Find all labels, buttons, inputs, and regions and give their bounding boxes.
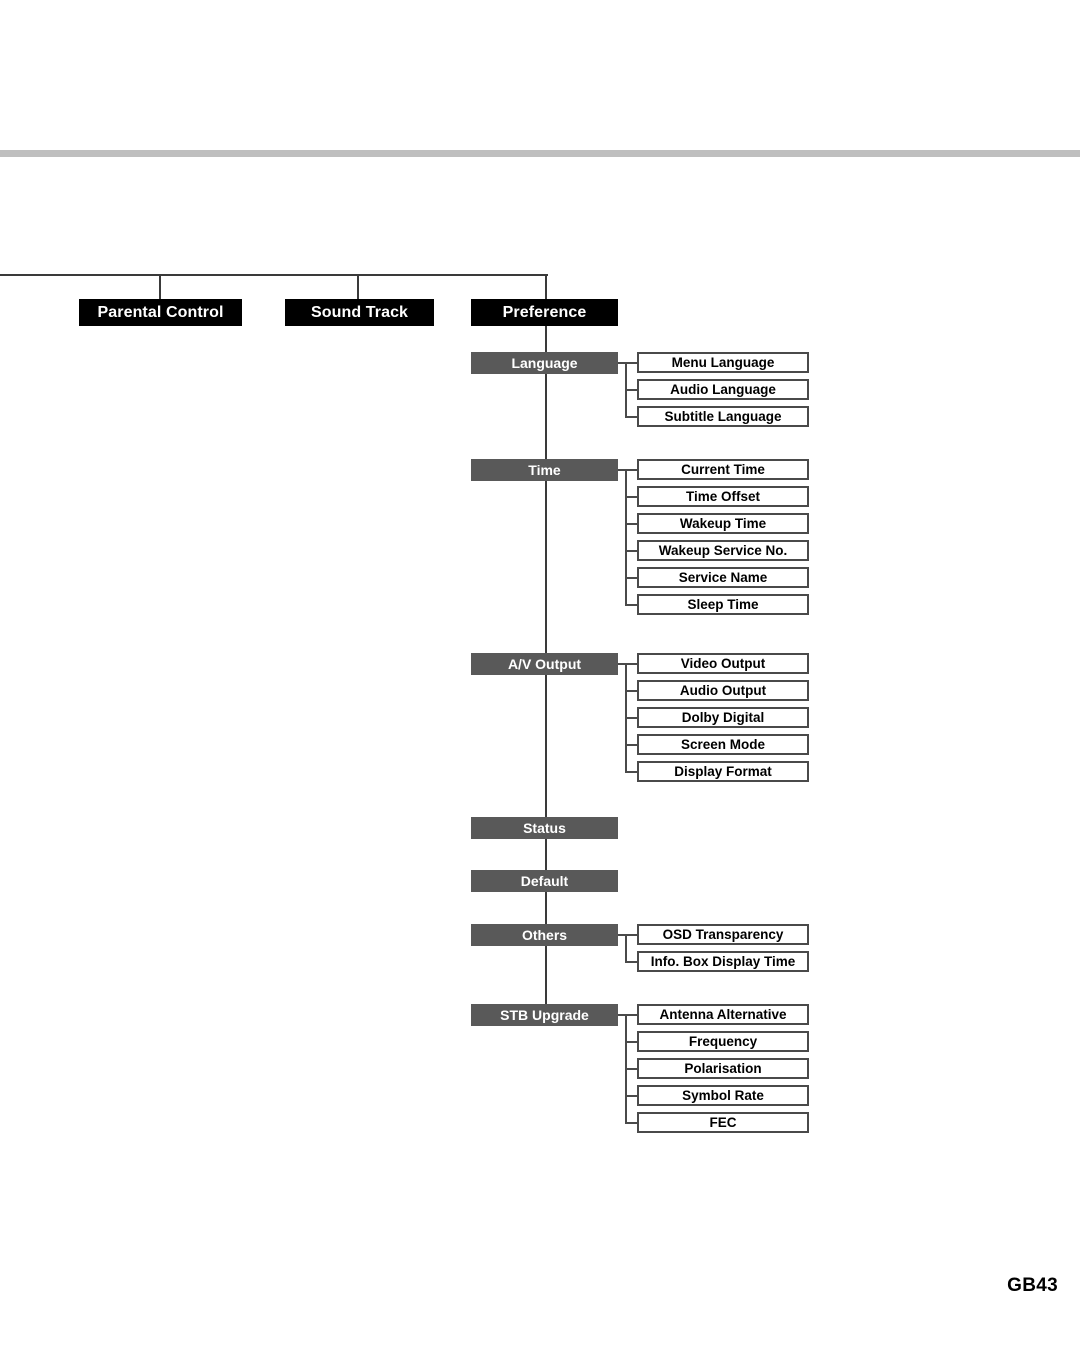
node-leaf-current-time[interactable]: Current Time [637,459,809,480]
node-leaf-dolby-digital[interactable]: Dolby Digital [637,707,809,728]
footer-page-number: GB43 [1007,1275,1058,1296]
node-leaf-frequency[interactable]: Frequency [637,1031,809,1052]
node-leaf-audio-output[interactable]: Audio Output [637,680,809,701]
top-bus-line [0,274,548,276]
node-leaf-audio-language[interactable]: Audio Language [637,379,809,400]
node-leaf-polarisation[interactable]: Polarisation [637,1058,809,1079]
drop-line-preference [545,274,547,300]
node-leaf-menu-language[interactable]: Menu Language [637,352,809,373]
node-leaf-display-format[interactable]: Display Format [637,761,809,782]
node-leaf-video-output[interactable]: Video Output [637,653,809,674]
node-group-status[interactable]: Status [471,817,618,839]
node-leaf-symbol-rate[interactable]: Symbol Rate [637,1085,809,1106]
node-group-default[interactable]: Default [471,870,618,892]
node-sound-track[interactable]: Sound Track [285,299,434,326]
node-group-language[interactable]: Language [471,352,618,374]
node-leaf-time-offset[interactable]: Time Offset [637,486,809,507]
node-preference[interactable]: Preference [471,299,618,326]
node-group-av-output[interactable]: A/V Output [471,653,618,675]
node-group-time[interactable]: Time [471,459,618,481]
node-leaf-info-box-display-time[interactable]: Info. Box Display Time [637,951,809,972]
node-leaf-sleep-time[interactable]: Sleep Time [637,594,809,615]
node-group-others[interactable]: Others [471,924,618,946]
node-leaf-wakeup-time[interactable]: Wakeup Time [637,513,809,534]
node-leaf-antenna-alternative[interactable]: Antenna Alternative [637,1004,809,1025]
drop-line-parental-control [159,274,161,300]
group-bracket-others [625,934,627,961]
node-leaf-fec[interactable]: FEC [637,1112,809,1133]
page-canvas: Parental Control Sound Track Preference … [0,0,1080,1348]
node-parental-control[interactable]: Parental Control [79,299,242,326]
drop-line-sound-track [357,274,359,300]
node-leaf-screen-mode[interactable]: Screen Mode [637,734,809,755]
node-leaf-osd-transparency[interactable]: OSD Transparency [637,924,809,945]
group-bracket-time [625,469,627,604]
node-leaf-subtitle-language[interactable]: Subtitle Language [637,406,809,427]
node-group-stb-upgrade[interactable]: STB Upgrade [471,1004,618,1026]
node-leaf-wakeup-service-no[interactable]: Wakeup Service No. [637,540,809,561]
header-rule [0,150,1080,157]
node-leaf-service-name[interactable]: Service Name [637,567,809,588]
